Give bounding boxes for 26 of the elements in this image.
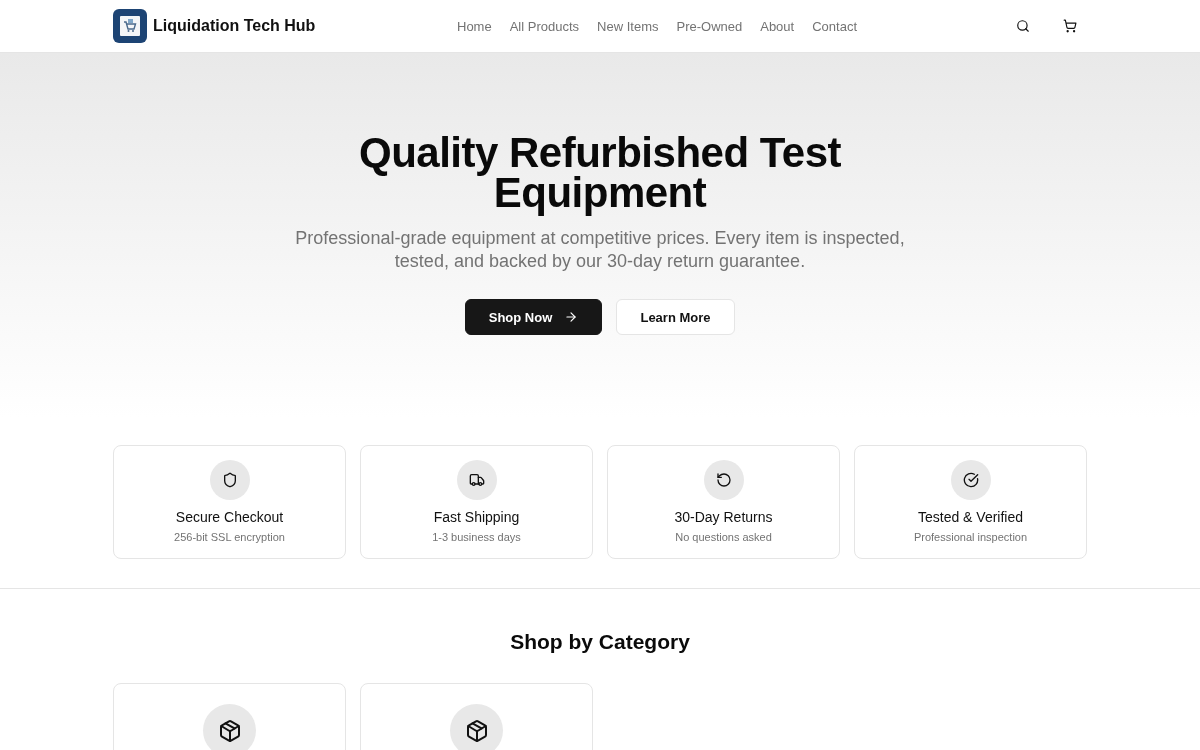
learn-more-button[interactable]: Learn More [616,299,735,335]
nav-link[interactable]: New Items [597,18,659,34]
feature-subtitle: No questions asked [675,531,772,543]
feature-title: Secure Checkout [175,509,284,525]
nav-link[interactable]: Pre-Owned [676,18,743,34]
shield-icon [209,460,250,500]
feature-subtitle: 1-3 business days [432,531,521,543]
feature-title: Fast Shipping [433,509,520,525]
nav-link[interactable]: Home [457,18,492,34]
feature-title: 30-Day Returns [674,509,773,525]
nav-link[interactable]: About [760,18,795,34]
feature-subtitle: Professional inspection [913,531,1028,543]
truck-icon [456,460,497,500]
logo-icon[interactable] [113,9,147,43]
package-icon [203,704,256,750]
check-circle-icon [950,460,991,500]
nav-link[interactable]: Contact [812,18,857,34]
feature-subtitle: 256-bit SSL encryption [174,531,285,543]
nav-link[interactable]: All Products [509,18,580,34]
section-heading: Shop by Category [510,629,690,655]
hero-subtitle: Professional-grade equipment at competitive prices. Every item is inspected, tested, and backed by our 30-day return guarantee. [294,227,906,273]
shop-now-button[interactable]: Shop Now [465,299,602,335]
feature-title: Tested & Verified [917,509,1024,525]
arrow-right-icon [564,310,579,324]
package-icon [450,704,503,750]
brand-name[interactable]: Liquidation Tech Hub [153,17,316,35]
